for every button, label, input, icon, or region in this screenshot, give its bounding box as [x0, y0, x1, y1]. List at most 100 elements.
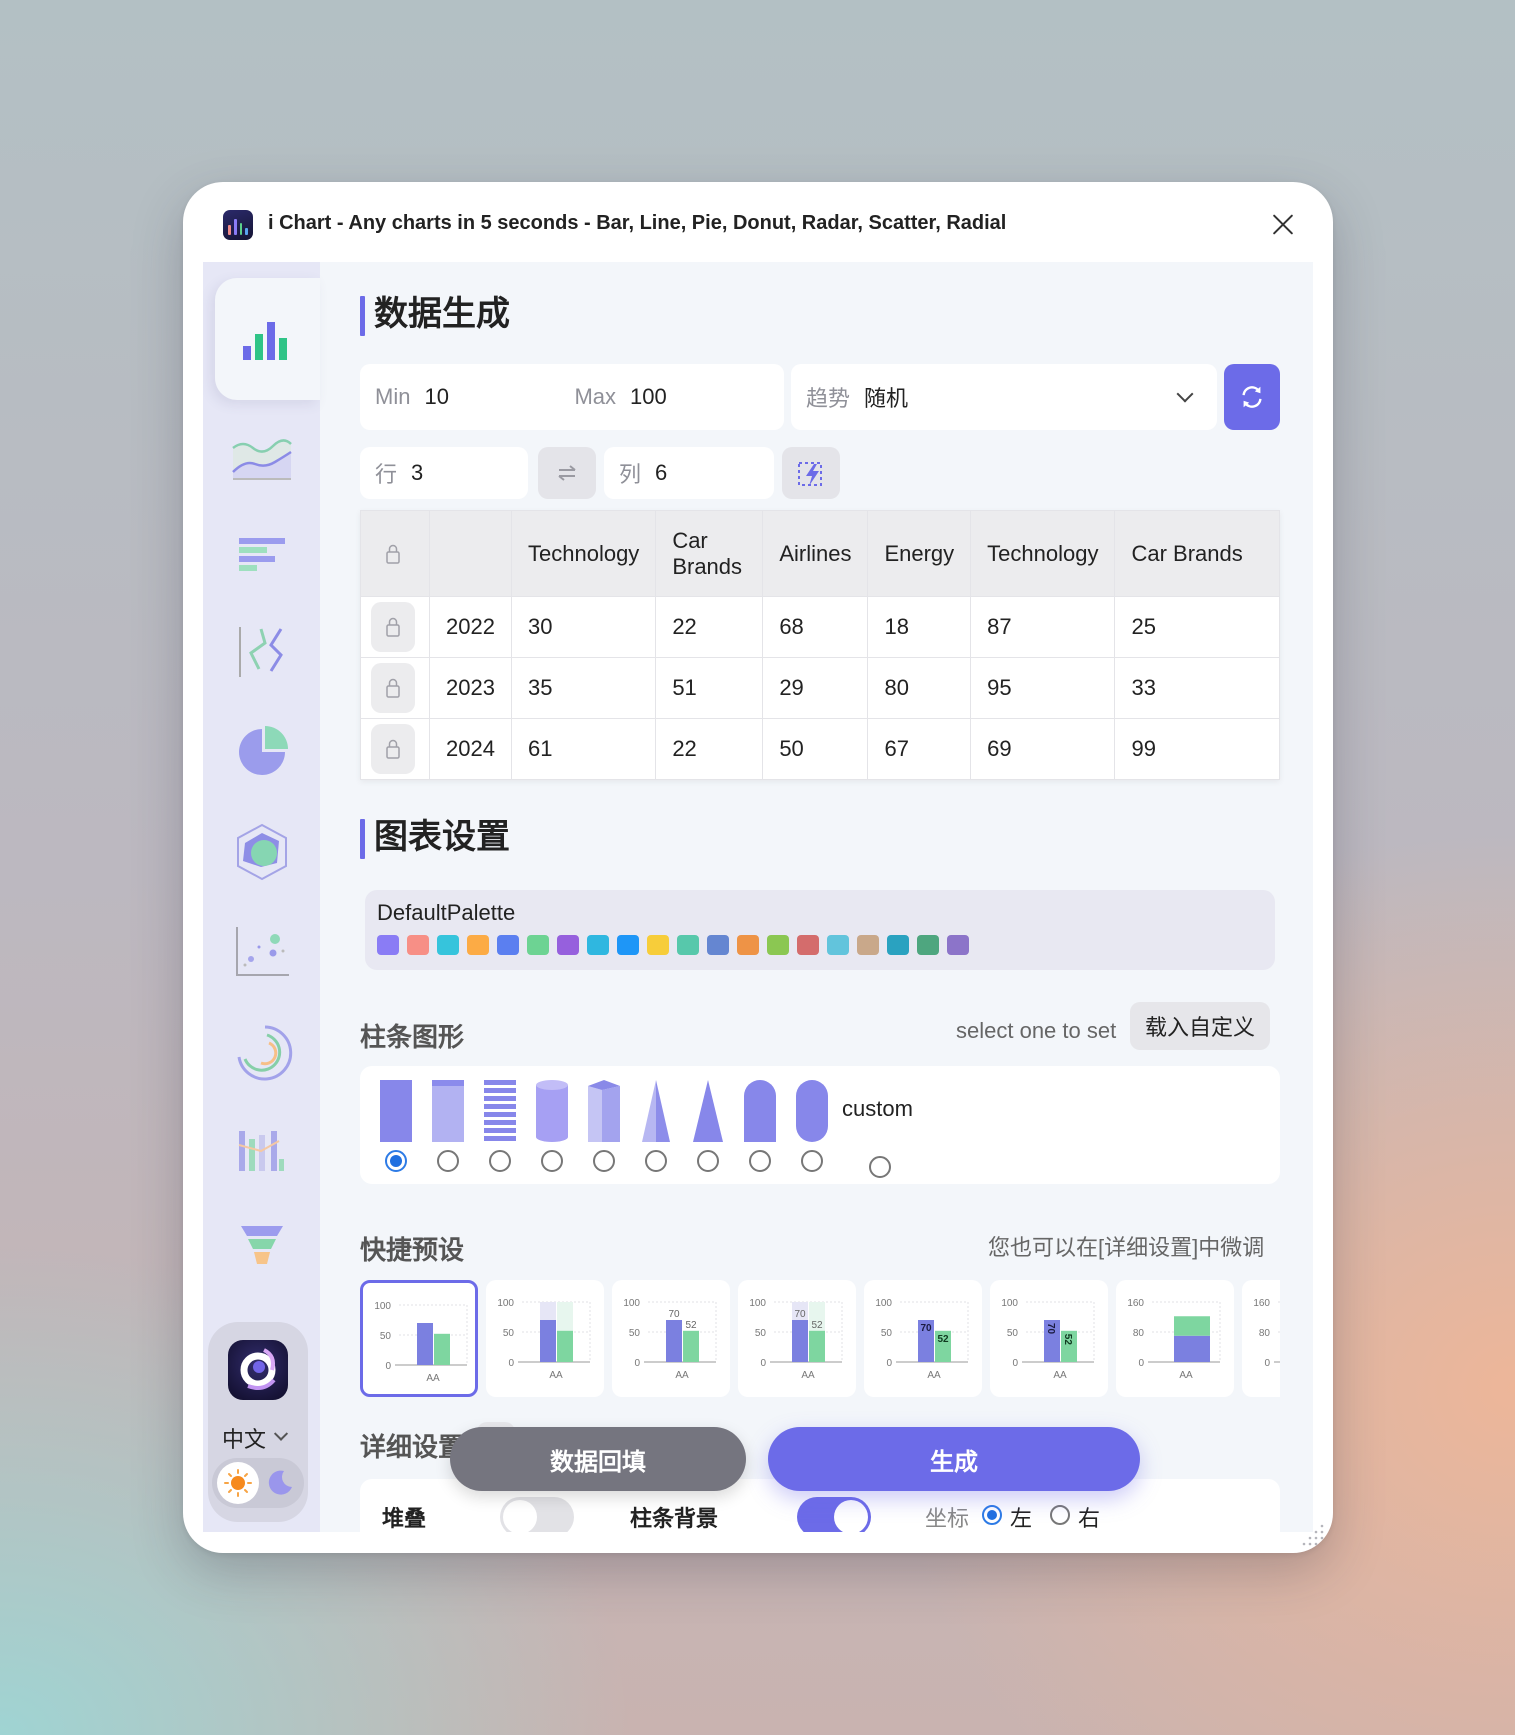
lock-icon[interactable] [371, 528, 415, 579]
preset-card-3[interactable]: 100 50 0 AA 70 52 [612, 1280, 730, 1397]
sidebar-item-bar[interactable] [215, 278, 320, 400]
table-cell[interactable]: 51 [655, 657, 764, 719]
shape-radio[interactable] [593, 1150, 615, 1172]
sidebar-item-radial[interactable] [203, 1007, 320, 1097]
table-cell[interactable]: 61 [510, 718, 657, 780]
shape-option-pill[interactable] [794, 1080, 830, 1172]
shape-radio[interactable] [869, 1156, 891, 1178]
shape-option-rounded-top[interactable] [742, 1080, 778, 1172]
min-input[interactable]: 10 [424, 384, 574, 410]
shape-radio[interactable] [697, 1150, 719, 1172]
table-cell[interactable]: 29 [762, 657, 869, 719]
table-cell[interactable]: 22 [655, 596, 764, 658]
lock-icon[interactable] [371, 724, 415, 774]
palette-selector[interactable]: DefaultPalette [365, 890, 1275, 970]
shape-option-triangle[interactable] [690, 1080, 726, 1172]
quick-fill-button[interactable] [782, 447, 840, 499]
table-row: 2022 30 22 68 18 87 25 [360, 596, 1280, 658]
row-label-cell[interactable]: 2023 [429, 657, 512, 719]
palette-name: DefaultPalette [377, 900, 516, 925]
shape-option-cuboid[interactable] [586, 1080, 622, 1172]
bar-background-toggle[interactable] [797, 1497, 871, 1532]
shape-radio[interactable] [489, 1150, 511, 1172]
shape-radio-selected[interactable] [385, 1150, 407, 1172]
preset-card-2[interactable]: 100 50 0 AA [486, 1280, 604, 1397]
pyramid-bar-icon [642, 1080, 670, 1142]
table-cell[interactable]: 33 [1114, 657, 1280, 719]
trend-value: 随机 [864, 386, 909, 411]
rows-input[interactable]: 3 [411, 460, 423, 486]
shape-option-rect[interactable] [378, 1080, 414, 1172]
close-icon[interactable] [1269, 210, 1297, 238]
shape-radio[interactable] [645, 1150, 667, 1172]
sidebar-item-mixed[interactable] [203, 1107, 320, 1197]
generate-button[interactable]: 生成 [768, 1427, 1140, 1491]
table-cell[interactable]: 69 [970, 718, 1116, 780]
shape-radio[interactable] [801, 1150, 823, 1172]
column-header[interactable] [429, 510, 512, 597]
table-cell[interactable]: 99 [1114, 718, 1280, 780]
table-cell[interactable]: 18 [867, 596, 972, 658]
preset-card-8[interactable]: 160 80 0 AA [1242, 1280, 1280, 1397]
sidebar-item-parallel[interactable] [203, 607, 320, 697]
table-cell[interactable]: 67 [867, 718, 972, 780]
axis-left-radio[interactable] [982, 1505, 1002, 1525]
preset-card-7[interactable]: 160 80 0 AA [1116, 1280, 1234, 1397]
sidebar-item-scatter[interactable] [203, 907, 320, 997]
table-cell[interactable]: 30 [510, 596, 657, 658]
sidebar-item-horizontal-bar[interactable] [203, 512, 320, 602]
column-header[interactable]: Airlines [762, 510, 869, 597]
preset-card-4[interactable]: 100 50 0 AA 70 52 [738, 1280, 856, 1397]
row-label-cell[interactable]: 2024 [429, 718, 512, 780]
table-cell[interactable]: 35 [510, 657, 657, 719]
preset-card-6[interactable]: 100 50 0 AA 70 52 [990, 1280, 1108, 1397]
app-avatar[interactable] [228, 1340, 288, 1400]
backfill-data-button[interactable]: 数据回填 [450, 1427, 746, 1491]
trend-select[interactable]: 趋势 随机 [791, 364, 1217, 430]
shape-radio[interactable] [749, 1150, 771, 1172]
lock-icon[interactable] [371, 663, 415, 713]
column-header[interactable]: Car Brands [655, 510, 764, 597]
shape-option-cylinder[interactable] [534, 1080, 570, 1172]
bar [540, 1320, 556, 1362]
sidebar-item-pie[interactable] [203, 707, 320, 797]
palette-swatch [557, 935, 579, 955]
shape-option-pyramid[interactable] [638, 1080, 674, 1172]
shape-option-striped[interactable] [482, 1080, 518, 1172]
table-cell[interactable]: 87 [970, 596, 1116, 658]
max-input[interactable]: 100 [630, 384, 667, 410]
shape-radio[interactable] [541, 1150, 563, 1172]
sun-icon [217, 1462, 259, 1504]
row-label-cell[interactable]: 2022 [429, 596, 512, 658]
table-cell[interactable]: 50 [762, 718, 869, 780]
regenerate-button[interactable] [1224, 364, 1280, 430]
table-cell[interactable]: 22 [655, 718, 764, 780]
table-cell[interactable]: 80 [867, 657, 972, 719]
theme-toggle[interactable] [212, 1458, 304, 1508]
data-generation-title: 数据生成 [360, 294, 510, 336]
table-cell[interactable]: 25 [1114, 596, 1280, 658]
sidebar-item-line[interactable] [203, 412, 320, 502]
swap-rows-cols-button[interactable] [538, 447, 596, 499]
shape-option-rect-top[interactable] [430, 1080, 466, 1172]
lock-icon[interactable] [371, 602, 415, 652]
data-label: 52 [1062, 1334, 1073, 1346]
preset-card-5[interactable]: 100 50 0 AA 70 52 [864, 1280, 982, 1397]
shape-radio[interactable] [437, 1150, 459, 1172]
cols-input[interactable]: 6 [655, 460, 667, 486]
column-header[interactable]: Car Brands [1114, 510, 1280, 597]
table-cell[interactable]: 68 [762, 596, 869, 658]
axis-right-radio[interactable] [1050, 1505, 1070, 1525]
language-selector[interactable]: 中文 [222, 1422, 289, 1454]
stack-toggle[interactable] [500, 1497, 574, 1532]
load-custom-button[interactable]: 载入自定义 [1130, 1002, 1270, 1050]
sidebar-item-radar[interactable] [203, 807, 320, 897]
sidebar-item-funnel[interactable] [203, 1202, 320, 1292]
table-cell[interactable]: 95 [970, 657, 1116, 719]
resize-grip-icon[interactable] [1301, 1523, 1325, 1547]
preset-card-1[interactable]: 100 50 0 AA [360, 1280, 478, 1397]
shape-option-custom[interactable] [862, 1080, 898, 1178]
column-header[interactable]: Technology [970, 510, 1116, 597]
column-header[interactable]: Energy [867, 510, 972, 597]
column-header[interactable]: Technology [510, 510, 657, 597]
